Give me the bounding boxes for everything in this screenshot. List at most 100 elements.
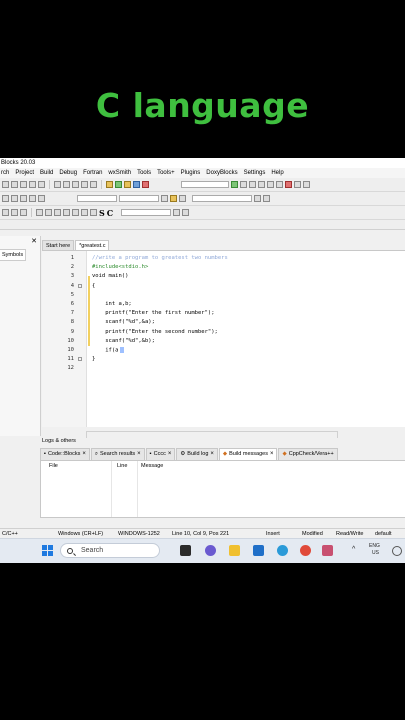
code-line[interactable]: scanf("%d",&a); — [92, 319, 155, 325]
match-brace-icon[interactable] — [54, 209, 61, 216]
tray-chevron-icon[interactable]: ^ — [352, 546, 355, 553]
column-file[interactable]: File — [49, 463, 58, 469]
block-comment-icon[interactable] — [20, 209, 27, 216]
doxy-comment-icon[interactable] — [179, 195, 186, 202]
debug-stop-icon[interactable] — [285, 181, 292, 188]
build-target-select[interactable] — [181, 181, 229, 188]
code-line[interactable]: int a,b; — [92, 301, 132, 307]
taskbar-search-box[interactable]: Search — [60, 543, 160, 558]
code-line[interactable]: #include<stdio.h> — [92, 264, 148, 270]
find-icon[interactable] — [81, 209, 88, 216]
menu-tools[interactable]: Tools — [137, 170, 151, 176]
column-message[interactable]: Message — [141, 463, 163, 469]
debug-step-icon[interactable] — [240, 181, 247, 188]
scope-select[interactable] — [77, 195, 117, 202]
close-icon[interactable]: × — [137, 449, 141, 460]
debug-step-out-icon[interactable] — [267, 181, 274, 188]
code-line[interactable]: scanf("%d",&b); — [92, 338, 155, 344]
task-view-icon[interactable] — [180, 545, 191, 556]
menu-tools-plus[interactable]: Tools+ — [157, 170, 175, 176]
rect-select-icon[interactable] — [36, 209, 43, 216]
code-line[interactable]: if(a — [92, 347, 124, 354]
close-icon[interactable]: × — [168, 449, 172, 460]
run-icon[interactable] — [115, 181, 122, 188]
incremental-search-input[interactable] — [121, 209, 172, 216]
file-explorer-icon[interactable] — [229, 545, 240, 556]
menu-doxyblocks[interactable]: DoxyBlocks — [206, 170, 237, 176]
code-line[interactable]: //write a program to greatest two number… — [92, 255, 228, 261]
close-icon[interactable]: × — [270, 449, 274, 460]
zoom-in-icon[interactable] — [254, 195, 261, 202]
menu-fortran[interactable]: Fortran — [83, 170, 102, 176]
cut-icon[interactable] — [72, 181, 79, 188]
menu-build[interactable]: Build — [40, 170, 53, 176]
debug-pause-icon[interactable] — [276, 181, 283, 188]
open-file-icon[interactable] — [20, 181, 27, 188]
jump-to-function-icon[interactable] — [161, 195, 168, 202]
close-icon[interactable]: × — [82, 449, 86, 460]
search-go-icon[interactable] — [173, 209, 181, 216]
codeblocks-taskbar-icon[interactable] — [322, 545, 333, 556]
jump-back-icon[interactable] — [29, 195, 36, 202]
chat-icon[interactable] — [205, 545, 216, 556]
menu-plugins[interactable]: Plugins — [181, 170, 201, 176]
menu-debug[interactable]: Debug — [59, 170, 77, 176]
bold-s-icon[interactable]: S — [99, 208, 105, 218]
prev-bookmark-icon[interactable] — [11, 195, 18, 202]
code-line[interactable]: printf("Enter the second number"); — [92, 329, 218, 335]
code-line[interactable]: void main() — [92, 273, 128, 279]
column-line[interactable]: Line — [117, 463, 127, 469]
unfold-icon[interactable] — [72, 209, 79, 216]
build-icon[interactable] — [106, 181, 113, 188]
debug-step-into-icon[interactable] — [258, 181, 265, 188]
wifi-icon[interactable] — [392, 546, 402, 556]
highlight-icon[interactable] — [170, 195, 177, 202]
jump-forward-icon[interactable] — [38, 195, 45, 202]
close-icon[interactable]: × — [210, 449, 214, 460]
toggle-comment-icon[interactable] — [2, 209, 9, 216]
new-file-icon[interactable] — [11, 181, 18, 188]
zoom-out-icon[interactable] — [263, 195, 270, 202]
bookmark-icon[interactable] — [2, 195, 9, 202]
save-icon[interactable] — [29, 181, 36, 188]
find-combo[interactable] — [192, 195, 252, 202]
replace-icon[interactable] — [90, 209, 97, 216]
menu-project[interactable]: Project — [15, 170, 34, 176]
code-editor[interactable]: 1 //write a program to greatest two numbe… — [42, 250, 405, 439]
debug-windows-icon[interactable] — [294, 181, 301, 188]
fold-icon[interactable] — [63, 209, 70, 216]
code-line[interactable]: { — [92, 283, 95, 289]
symbols-tab[interactable]: Symbols — [0, 249, 27, 261]
code-line[interactable]: } — [92, 356, 95, 362]
paste-icon[interactable] — [90, 181, 97, 188]
save-all-icon[interactable] — [38, 181, 45, 188]
chrome-icon[interactable] — [300, 545, 311, 556]
rebuild-icon[interactable] — [133, 181, 140, 188]
uncomment-icon[interactable] — [11, 209, 18, 216]
build-and-run-icon[interactable] — [124, 181, 131, 188]
menu-search[interactable]: rch — [1, 170, 9, 176]
bold-c-icon[interactable]: C — [107, 208, 113, 218]
undo-icon[interactable] — [54, 181, 61, 188]
store-icon[interactable] — [253, 545, 264, 556]
copy-icon[interactable] — [81, 181, 88, 188]
language-indicator[interactable]: ENG — [369, 543, 380, 549]
edge-icon[interactable] — [277, 545, 288, 556]
menu-settings[interactable]: Settings — [244, 170, 266, 176]
menu-help[interactable]: Help — [271, 170, 283, 176]
fold-marker-icon[interactable] — [78, 283, 82, 288]
debug-start-icon[interactable] — [231, 181, 238, 188]
fold-marker-icon[interactable] — [78, 357, 82, 362]
debug-next-icon[interactable] — [249, 181, 256, 188]
windows-start-icon[interactable] — [42, 545, 53, 556]
redo-icon[interactable] — [63, 181, 70, 188]
management-close-icon[interactable]: ✕ — [31, 237, 37, 245]
search-options-icon[interactable] — [182, 209, 190, 216]
abort-icon[interactable] — [142, 181, 149, 188]
code-line[interactable]: printf("Enter the first number"); — [92, 310, 214, 316]
rect-select-alt-icon[interactable] — [45, 209, 52, 216]
run-search-icon[interactable] — [2, 181, 9, 188]
debug-info-icon[interactable] — [303, 181, 310, 188]
next-bookmark-icon[interactable] — [20, 195, 27, 202]
menu-wxsmith[interactable]: wxSmith — [108, 170, 131, 176]
